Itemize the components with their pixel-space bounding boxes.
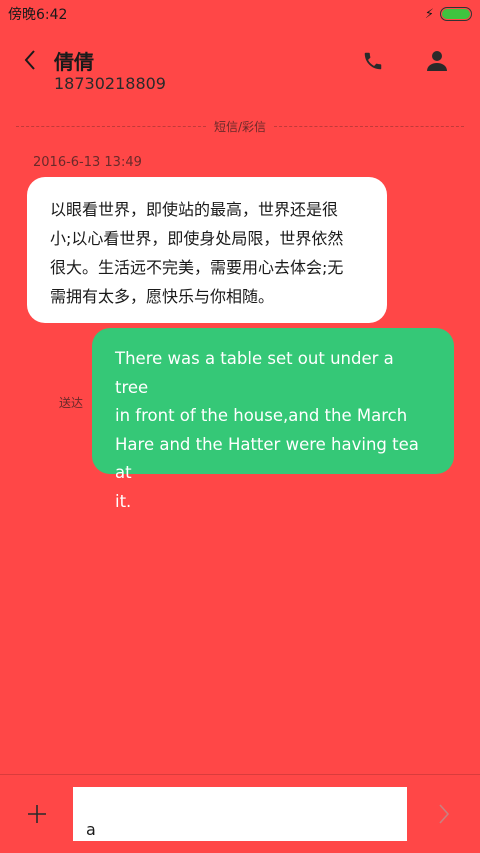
delivery-status: 送达 (59, 396, 84, 410)
message-line: 需拥有太多，愿快乐与你相随。 (50, 287, 275, 306)
divider-line-left (16, 125, 206, 127)
add-attachment-button[interactable] (24, 801, 50, 827)
message-line: There was a table set out under a tree (115, 349, 394, 397)
section-label: 短信/彩信 (213, 119, 267, 134)
conversation-header: 倩倩 18730218809 (0, 28, 480, 106)
message-line: it. (115, 491, 132, 511)
message-line: 以眼看世界，即使站的最高，世界还是很 (50, 200, 339, 219)
divider-line-right (274, 125, 465, 127)
contact-number: 18730218809 (54, 74, 166, 93)
message-line: Hare and the Hatter were having tea at (115, 434, 419, 483)
contact-info-button[interactable] (424, 48, 450, 74)
incoming-message-bubble[interactable]: 以眼看世界，即使站的最高，世界还是很 小;以心看世界，即使身处局限，世界依然 很… (27, 177, 387, 323)
message-line: 很大。生活远不完美，需要用心去体会;无 (50, 258, 344, 277)
battery-icon (440, 7, 472, 21)
battery-level (442, 9, 470, 19)
bolt-icon: ⚡ (424, 6, 434, 22)
status-bar: 傍晚6:42 ⚡ (0, 0, 480, 28)
back-button[interactable] (18, 46, 42, 74)
plus-icon (28, 805, 46, 823)
person-icon (427, 51, 447, 71)
outgoing-message-bubble[interactable]: There was a table set out under a tree i… (92, 328, 454, 511)
message-timestamp: 2016-6-13 13:49 (33, 155, 142, 170)
send-button[interactable] (432, 801, 456, 827)
message-input[interactable] (73, 787, 407, 841)
message-line: 小;以心看世界，即使身处局限，世界依然 (50, 229, 344, 248)
status-time: 傍晚6:42 (8, 7, 68, 23)
section-divider: 短信/彩信 (16, 116, 465, 136)
phone-icon (364, 52, 382, 70)
message-line: in front of the house,and the March (115, 406, 408, 425)
chevron-left-icon (24, 50, 35, 70)
call-button[interactable] (360, 48, 386, 74)
status-indicators: ⚡ (425, 7, 472, 22)
composer-bar (0, 774, 480, 853)
chevron-right-icon (439, 804, 450, 824)
contact-name: 倩倩 (54, 50, 94, 74)
